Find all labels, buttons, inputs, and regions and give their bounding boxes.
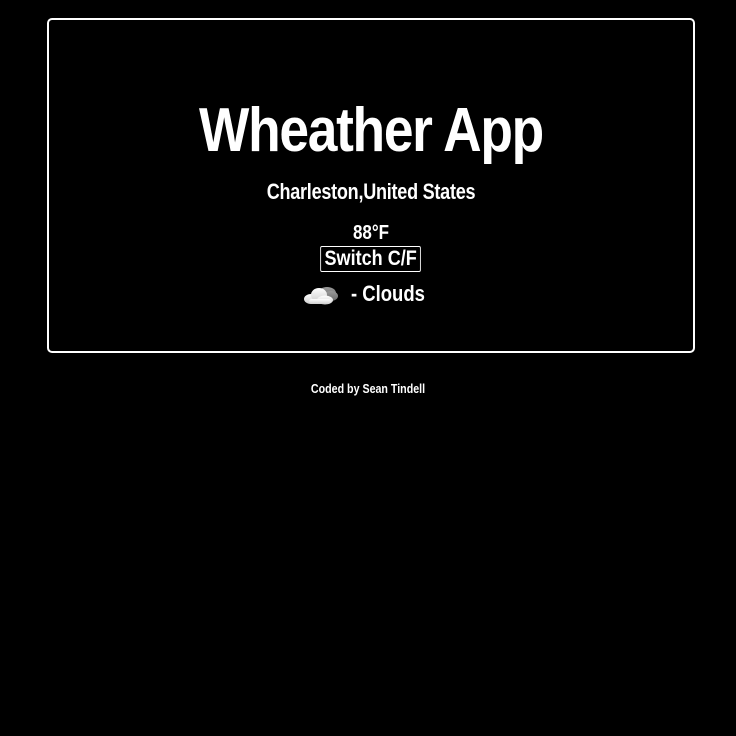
cloud-icon	[303, 282, 339, 306]
switch-unit-button[interactable]: Switch C/F	[320, 246, 422, 272]
condition-label: - Clouds	[351, 281, 425, 306]
switch-wrapper: Switch C/F	[49, 246, 693, 272]
app-title: Wheather App	[199, 96, 544, 165]
weather-card: Wheather App Charleston,United States 88…	[47, 18, 695, 353]
location-label: Charleston,United States	[266, 179, 476, 204]
weather-condition: - Clouds	[49, 279, 693, 309]
footer-credit: Coded by Sean Tindell	[310, 381, 426, 396]
temperature-value: 88°F	[352, 222, 390, 244]
